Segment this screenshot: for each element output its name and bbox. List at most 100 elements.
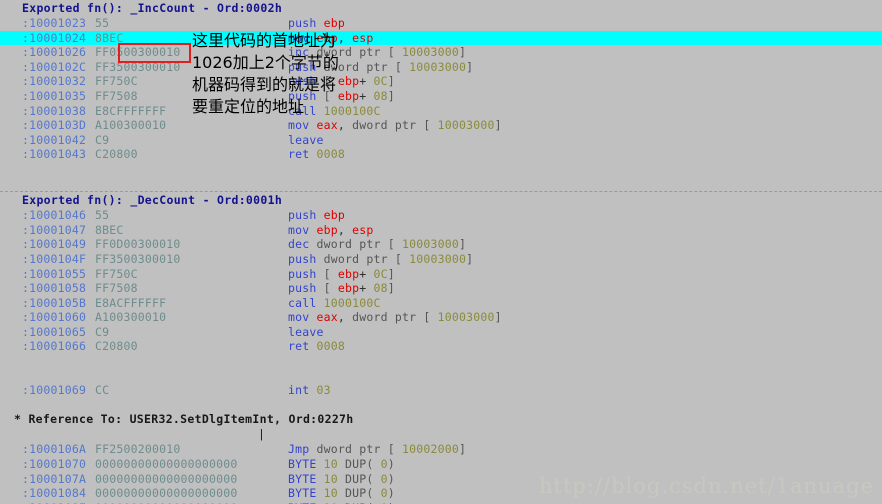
mnemonic-gap <box>317 104 324 118</box>
row-address: :10001023 <box>22 16 87 30</box>
instruction-mnemonic: BYTE <box>288 471 317 486</box>
instruction-operands: dword ptr [ 10002000] <box>317 442 467 456</box>
operand-token: dword ptr [ <box>345 310 431 325</box>
disassembly-row[interactable]: :10001023 55 push ebp <box>0 16 882 31</box>
row-address: :10001060 <box>22 310 87 325</box>
instruction-mnemonic: leave <box>288 132 324 147</box>
disassembly-row[interactable]: :10001043 C20800 ret 0008 <box>0 147 882 162</box>
instruction-mnemonic: mov <box>288 310 310 325</box>
instruction-operands: 1000100C <box>324 104 381 118</box>
row-opcode-bytes: A100300010 <box>95 118 167 133</box>
disassembly-row[interactable]: :1000106A FF2500200010 Jmp dword ptr [ 100… <box>0 442 882 457</box>
row-instruction: BYTE 10 DUP( 0) <box>288 472 395 487</box>
operand-token: 10003000 <box>430 118 495 133</box>
row-instruction: mov ebp, esp <box>288 223 374 238</box>
operand-token: [ <box>323 281 331 296</box>
row-instruction: call 1000100C <box>288 296 381 311</box>
disassembly-row[interactable]: :10001060 A100300010 mov eax, dword ptr [ … <box>0 310 882 325</box>
row-opcode-bytes: 00000000000000000000 <box>95 486 238 501</box>
instruction-operands: 10 DUP( 0) <box>324 486 395 500</box>
row-address: :10001042 <box>22 132 87 147</box>
disassembly-view[interactable]: Exported fn(): _IncCount - Ord:0002h:100… <box>0 0 882 504</box>
instruction-operands: 0008 <box>317 339 346 353</box>
row-address: :1000104F <box>22 251 87 266</box>
operand-token: ebp <box>330 74 360 89</box>
row-address: :10001043 <box>22 147 87 162</box>
disassembly-row[interactable]: :10001065 C9 leave <box>0 325 882 340</box>
row-opcode-bytes: FF750C <box>95 266 138 281</box>
disassembly-row[interactable]: :10001069 CC int 03 <box>0 383 882 398</box>
mnemonic-gap <box>309 339 316 353</box>
exported-function-header: Exported fn(): _DecCount - Ord:0001h <box>22 193 283 208</box>
row-instruction: push [ ebp+ 08] <box>288 89 395 104</box>
operand-token: ) <box>387 486 395 501</box>
operand-token: 0008 <box>316 339 345 354</box>
row-instruction: mov eax, dword ptr [ 10003000] <box>288 310 502 325</box>
instruction-mnemonic: dec <box>288 237 310 252</box>
mnemonic-gap <box>317 74 324 88</box>
operand-token: dword ptr [ <box>323 251 402 266</box>
disassembly-row[interactable]: :10001058 FF7508 push [ ebp+ 08] <box>0 281 882 296</box>
operand-token: 10 <box>323 486 338 501</box>
operand-token: ebp <box>323 208 345 223</box>
row-instruction: push [ ebp+ 0C] <box>288 74 395 89</box>
operand-token: 10003000 <box>402 251 467 266</box>
instruction-operands: ebp <box>324 16 345 30</box>
mnemonic-gap <box>317 296 324 310</box>
operand-token: 10003000 <box>430 310 495 325</box>
row-address: :1000103D <box>22 118 87 133</box>
disassembly-row[interactable]: :1000104F FF3500300010 push dword ptr [ 10… <box>0 252 882 267</box>
row-instruction: Jmp dword ptr [ 10002000] <box>288 442 466 457</box>
mnemonic-gap <box>317 457 324 471</box>
mnemonic-gap <box>317 16 324 30</box>
disassembly-row[interactable]: :10001038 E8CFFFFFFF call 1000100C <box>0 104 882 119</box>
disassembly-row[interactable]: :10001046 55 push ebp <box>0 208 882 223</box>
instruction-operands: dword ptr [ 10003000] <box>324 60 474 74</box>
operand-token: 10 <box>323 471 338 486</box>
row-instruction: push [ ebp+ 08] <box>288 281 395 296</box>
disassembly-row[interactable]: :1000105B E8ACFFFFFF call 1000100C <box>0 296 882 311</box>
row-opcode-bytes: 00000000000000000000 <box>95 457 238 472</box>
mnemonic-gap <box>309 383 316 397</box>
row-instruction: mov ebp, esp <box>288 31 374 46</box>
disassembly-row[interactable]: :10001049 FF0D00300010 dec dword ptr [ 100… <box>0 237 882 252</box>
disassembly-row[interactable]: :10001042 C9 leave <box>0 133 882 148</box>
disassembly-row[interactable]: :10001032 FF750C push [ ebp+ 0C] <box>0 74 882 89</box>
operand-token: dword ptr [ <box>316 442 395 457</box>
operand-token: , <box>337 30 345 45</box>
instruction-mnemonic: push <box>288 266 317 281</box>
operand-token: ] <box>387 74 395 89</box>
disassembly-row[interactable]: :10001035 FF7508 push [ ebp+ 08] <box>0 89 882 104</box>
row-address: :10001035 <box>22 88 87 103</box>
mnemonic-gap <box>309 310 316 324</box>
instruction-operands: 10 DUP( 0) <box>324 457 395 471</box>
disassembly-row[interactable]: :10001070 00000000000000000000 BYTE 10 DUP… <box>0 457 882 472</box>
operand-token: ] <box>387 266 395 281</box>
operand-token: 0 <box>373 457 388 472</box>
operand-token: 10002000 <box>394 442 459 457</box>
instruction-operands: eax, dword ptr [ 10003000] <box>317 118 502 132</box>
disassembly-row[interactable]: :10001066 C20800 ret 0008 <box>0 339 882 354</box>
instruction-mnemonic: push <box>288 208 317 223</box>
row-instruction: push ebp <box>288 208 345 223</box>
operand-token: , <box>337 310 345 325</box>
disassembly-row[interactable]: :10001055 FF750C push [ ebp+ 0C] <box>0 267 882 282</box>
instruction-mnemonic: leave <box>288 324 324 339</box>
row-address: :10001065 <box>22 324 87 339</box>
operand-token: DUP( <box>337 486 374 501</box>
instruction-operands: ebp <box>324 208 345 222</box>
row-opcode-bytes: FF2500200010 <box>95 442 181 457</box>
row-address: :10001084 <box>22 486 87 501</box>
instruction-operands: [ ebp+ 08] <box>324 281 395 295</box>
disassembly-row[interactable]: :1000103D A100300010 mov eax, dword ptr [ … <box>0 118 882 133</box>
row-address: :10001066 <box>22 339 87 354</box>
row-opcode-bytes: FF7508 <box>95 281 138 296</box>
disassembly-row[interactable]: :10001047 8BEC mov ebp, esp <box>0 223 882 238</box>
row-instruction: push [ ebp+ 0C] <box>288 267 395 282</box>
row-address: :1000102C <box>22 59 87 74</box>
row-instruction: int 03 <box>288 383 331 398</box>
row-opcode-bytes: C20800 <box>95 339 138 354</box>
row-opcode-bytes: 8BEC <box>95 222 124 237</box>
instruction-operands: 10 DUP( 0) <box>324 472 395 486</box>
